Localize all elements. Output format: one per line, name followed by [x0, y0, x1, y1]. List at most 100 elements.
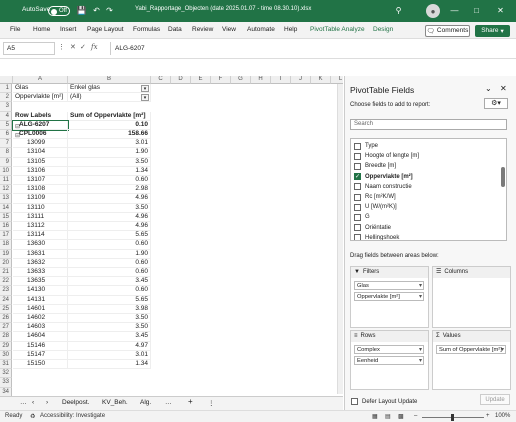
pivot-row-value[interactable]: 3.50	[68, 323, 151, 333]
row-header[interactable]: 13	[0, 194, 12, 204]
minimize-icon[interactable]: —	[448, 4, 461, 17]
collapse-icon[interactable]: ⊟	[15, 123, 20, 130]
row-header[interactable]: 7	[0, 139, 12, 149]
filter-label-oppervlakte[interactable]: Oppervlakte [m²]	[13, 93, 68, 103]
field-item[interactable]: Rc [m²K/W]	[354, 192, 396, 202]
pivot-row-value[interactable]: 3.01	[68, 350, 151, 360]
row-header[interactable]: 24	[0, 295, 12, 305]
defer-checkbox[interactable]	[351, 398, 358, 405]
pivot-row-label[interactable]: 13631	[13, 249, 68, 259]
column-header-l[interactable]: L	[331, 76, 343, 84]
normal-view-icon[interactable]: ▦	[372, 413, 378, 420]
row-header[interactable]: 22	[0, 277, 12, 287]
row-header[interactable]: 17	[0, 231, 12, 241]
autosave-toggle[interactable]: Off	[48, 6, 70, 16]
pivot-row-value[interactable]: 0.60	[68, 258, 151, 268]
pivot-row-label[interactable]: 13109	[13, 194, 68, 204]
field-checkbox[interactable]	[354, 193, 361, 201]
row-header[interactable]: 11	[0, 176, 12, 186]
sheet-tab-kv-beh[interactable]: KV_Beh.	[102, 399, 128, 406]
row-header[interactable]: 18	[0, 240, 12, 250]
filters-area[interactable]: ▼ Filters Glas ▾ Oppervlakte [m²] ▾	[350, 266, 429, 328]
pivot-row-label[interactable]: 15146	[13, 341, 68, 351]
field-search-input[interactable]: Search	[350, 119, 507, 130]
sheet-vertical-scrollbar[interactable]	[337, 84, 343, 394]
tab-pivottable-analyze[interactable]: PivotTable Analyze	[310, 26, 365, 33]
row-header[interactable]: 16	[0, 222, 12, 232]
tab-automate[interactable]: Automate	[247, 26, 275, 33]
pivot-row-value[interactable]: 5.65	[68, 231, 151, 241]
row-header[interactable]: 14	[0, 203, 12, 213]
tab-view[interactable]: View	[222, 26, 236, 33]
share-button[interactable]: Share ▾	[475, 24, 510, 37]
accessibility-status[interactable]: Accessibility: Investigate	[40, 413, 105, 419]
row-header[interactable]: 1	[0, 84, 12, 94]
select-all-corner[interactable]	[0, 76, 13, 84]
pivot-row-value[interactable]: 4.96	[68, 194, 151, 204]
prev-sheet-icon[interactable]: ‹	[32, 399, 34, 406]
column-header-b[interactable]: B	[68, 76, 151, 84]
row-field-complex[interactable]: Complex ▾	[354, 345, 424, 354]
collapse-icon[interactable]: ⊟	[15, 132, 20, 139]
column-header-g[interactable]: G	[231, 76, 251, 84]
column-header-a[interactable]: A	[13, 76, 68, 84]
comments-button[interactable]: 🗨 Comments	[425, 24, 470, 37]
pivot-row-label[interactable]: 14603	[13, 323, 68, 333]
pivot-sum-header[interactable]: Sum of Oppervlakte [m²]	[68, 111, 151, 121]
row-header[interactable]: 29	[0, 341, 12, 351]
pivot-row-value[interactable]: 3.50	[68, 203, 151, 213]
pivot-row-label[interactable]: 14130	[13, 286, 68, 296]
filter-label-glas[interactable]: Glas	[13, 84, 68, 94]
update-button[interactable]: Update	[480, 394, 510, 405]
pivot-row-label[interactable]: 13630	[13, 240, 68, 250]
tab-file[interactable]: File	[10, 26, 20, 33]
pivot-row-label[interactable]: 13104	[13, 148, 68, 158]
filter-field-glas[interactable]: Glas ▾	[354, 281, 424, 290]
column-header-k[interactable]: K	[311, 76, 331, 84]
field-list[interactable]: Type Hoogte of lengte [m] Breedte [m] ✓ Oppe…	[350, 138, 507, 241]
field-list-scrollbar[interactable]	[501, 167, 505, 187]
pivot-row-value[interactable]: 5.65	[68, 295, 151, 305]
field-checkbox[interactable]	[354, 142, 361, 150]
tab-review[interactable]: Review	[192, 26, 213, 33]
worksheet-grid[interactable]: A B C D E F G H I J K L 1 2 3 4 5 6 7 8 9 10 11 12 13 14 15 16 17 18 1…	[0, 76, 343, 396]
tab-home[interactable]: Home	[33, 26, 50, 33]
row-header[interactable]: 32	[0, 369, 12, 379]
sheet-tab-alg[interactable]: Alg.	[140, 399, 151, 406]
add-sheet-icon[interactable]: +	[188, 397, 193, 406]
pivot-row-label[interactable]: 13111	[13, 212, 68, 222]
pivot-row-value[interactable]: 4.97	[68, 341, 151, 351]
pivot-row-value[interactable]: 4.96	[68, 212, 151, 222]
next-sheet-icon[interactable]: ›	[46, 399, 48, 406]
pivot-row-value[interactable]: 0.60	[68, 268, 151, 278]
zoom-level[interactable]: 100%	[495, 413, 510, 419]
field-item[interactable]: ✓ Oppervlakte [m²]	[354, 172, 413, 182]
enter-icon[interactable]: ✓	[80, 43, 86, 51]
field-item[interactable]: Naam constructie	[354, 182, 412, 192]
pivot-row-value[interactable]: 158.66	[68, 130, 151, 140]
tab-help[interactable]: Help	[284, 26, 297, 33]
row-header[interactable]: 2	[0, 93, 12, 103]
value-field-sum-oppervlakte[interactable]: Sum of Oppervlakte [m²] ▾	[436, 345, 506, 354]
pivot-row-value[interactable]: 3.50	[68, 157, 151, 167]
pivot-row-label[interactable]: 13632	[13, 258, 68, 268]
name-box[interactable]: A5	[3, 42, 55, 55]
formula-input[interactable]: ALG-6207	[110, 42, 340, 55]
pivot-row-value[interactable]: 3.50	[68, 314, 151, 324]
row-header[interactable]: 28	[0, 332, 12, 342]
field-checkbox[interactable]	[354, 162, 361, 170]
zoom-out-icon[interactable]: –	[414, 413, 417, 419]
pivot-row-label[interactable]: 14601	[13, 304, 68, 314]
cancel-icon[interactable]: ✕	[70, 43, 76, 51]
row-header[interactable]: 12	[0, 185, 12, 195]
column-header-e[interactable]: E	[191, 76, 211, 84]
field-item[interactable]: Type	[354, 141, 378, 151]
save-icon[interactable]: 💾	[75, 4, 88, 17]
row-header[interactable]: 21	[0, 268, 12, 278]
field-item[interactable]: Oriëntatie	[354, 223, 391, 233]
pivot-row-value[interactable]: 3.01	[68, 139, 151, 149]
field-item[interactable]: Hoogte of lengte [m]	[354, 151, 419, 161]
row-header[interactable]: 30	[0, 350, 12, 360]
pivot-row-label[interactable]: 13635	[13, 277, 68, 287]
pivot-row-label[interactable]: 13112	[13, 222, 68, 232]
